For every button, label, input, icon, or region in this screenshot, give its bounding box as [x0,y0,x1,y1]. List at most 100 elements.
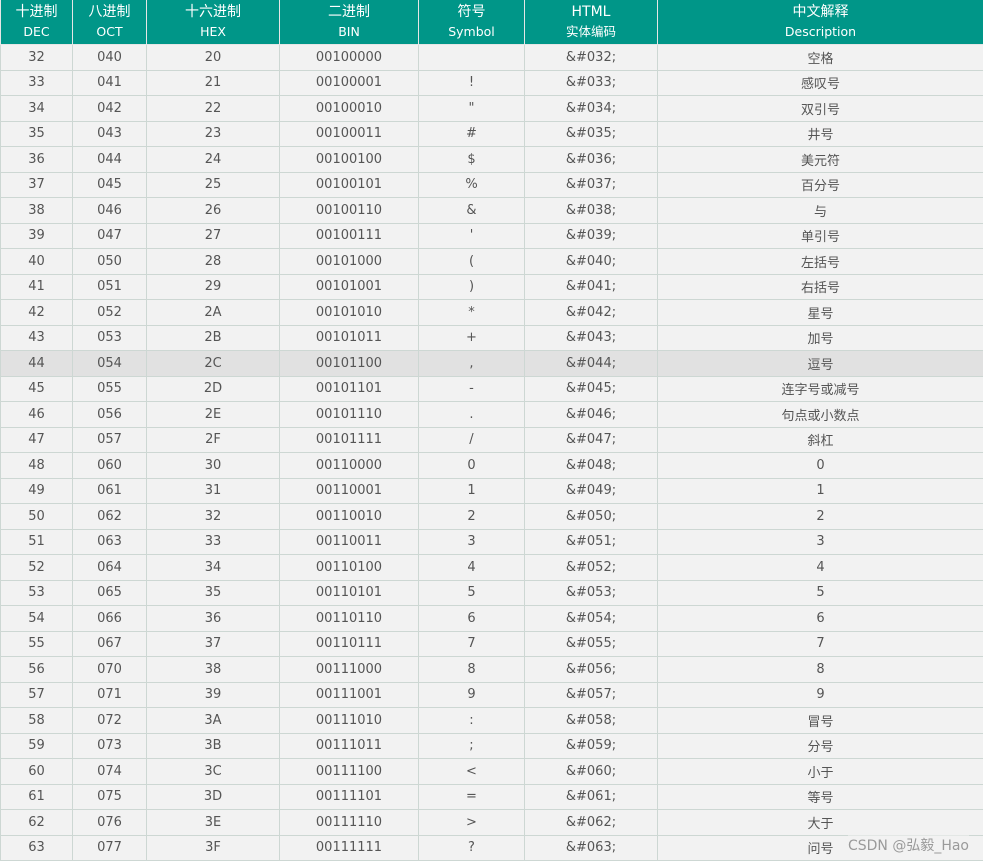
cell-description: 星号 [657,299,983,326]
cell-oct: 076 [72,809,147,836]
cell-bin: 00101000 [279,248,419,275]
cell-symbol: / [418,426,525,453]
table-row: 32 040 20 00100000 &#032; 空格 [0,44,983,71]
cell-html-entity: &#040; [524,248,658,275]
cell-description: 6 [657,605,983,632]
cell-description: 斜杠 [657,426,983,453]
cell-bin: 00100000 [279,44,419,71]
watermark: CSDN @弘毅_Hao [847,835,969,855]
cell-dec: 32 [0,44,73,71]
cell-bin: 00110100 [279,554,419,581]
cell-dec: 58 [0,707,73,734]
cell-hex: 3D [146,783,280,810]
cell-bin: 00110000 [279,452,419,479]
cell-dec: 45 [0,375,73,402]
header-description: 中文解释 Description [657,0,983,45]
table-row: 34 042 22 00100010 " &#034; 双引号 [0,95,983,122]
cell-bin: 00100010 [279,95,419,122]
table-row: 36 044 24 00100100 $ &#036; 美元符 [0,146,983,173]
cell-oct: 053 [72,324,147,351]
cell-dec: 38 [0,197,73,224]
cell-oct: 055 [72,375,147,402]
cell-description: 右括号 [657,273,983,300]
cell-oct: 061 [72,477,147,504]
cell-symbol: ; [418,732,525,759]
cell-symbol: 6 [418,605,525,632]
cell-dec: 37 [0,171,73,198]
table-row: 51 063 33 00110011 3 &#051; 3 [0,528,983,555]
cell-description: 8 [657,656,983,683]
cell-hex: 22 [146,95,280,122]
cell-oct: 042 [72,95,147,122]
header-label-en: HEX [200,24,226,39]
header-label-zh: 二进制 [328,4,370,20]
cell-hex: 32 [146,503,280,530]
cell-description: 3 [657,528,983,555]
header-label-en: Symbol [448,24,495,39]
cell-oct: 074 [72,758,147,785]
cell-oct: 044 [72,146,147,173]
cell-description: 冒号 [657,707,983,734]
cell-dec: 62 [0,809,73,836]
cell-bin: 00100111 [279,222,419,249]
cell-description: 百分号 [657,171,983,198]
cell-symbol: ( [418,248,525,275]
cell-bin: 00110001 [279,477,419,504]
cell-description: 与 [657,197,983,224]
header-label-en: BIN [338,24,360,39]
cell-oct: 046 [72,197,147,224]
cell-html-entity: &#032; [524,44,658,71]
cell-oct: 077 [72,834,147,861]
cell-symbol: > [418,809,525,836]
cell-dec: 53 [0,579,73,606]
table-row: 52 064 34 00110100 4 &#052; 4 [0,554,983,581]
cell-hex: 20 [146,44,280,71]
cell-dec: 35 [0,120,73,147]
cell-html-entity: &#047; [524,426,658,453]
cell-html-entity: &#034; [524,95,658,122]
cell-description: 分号 [657,732,983,759]
cell-dec: 47 [0,426,73,453]
cell-html-entity: &#041; [524,273,658,300]
header-oct: 八进制 OCT [72,0,147,45]
cell-hex: 24 [146,146,280,173]
cell-description: 加号 [657,324,983,351]
cell-symbol: 2 [418,503,525,530]
cell-html-entity: &#036; [524,146,658,173]
cell-html-entity: &#057; [524,681,658,708]
cell-html-entity: &#061; [524,783,658,810]
cell-hex: 2F [146,426,280,453]
cell-dec: 50 [0,503,73,530]
table-row: 62 076 3E 00111110 > &#062; 大于 [0,809,983,836]
cell-hex: 29 [146,273,280,300]
cell-hex: 37 [146,630,280,657]
cell-hex: 2A [146,299,280,326]
cell-description: 空格 [657,44,983,71]
cell-symbol: 0 [418,452,525,479]
cell-description: 美元符 [657,146,983,173]
cell-symbol: 1 [418,477,525,504]
cell-hex: 38 [146,656,280,683]
cell-hex: 31 [146,477,280,504]
cell-bin: 00100101 [279,171,419,198]
cell-oct: 057 [72,426,147,453]
cell-oct: 047 [72,222,147,249]
cell-symbol: ? [418,834,525,861]
cell-bin: 00101111 [279,426,419,453]
table-row: 49 061 31 00110001 1 &#049; 1 [0,477,983,504]
cell-dec: 48 [0,452,73,479]
cell-description: 7 [657,630,983,657]
cell-hex: 35 [146,579,280,606]
cell-dec: 43 [0,324,73,351]
table-row: 37 045 25 00100101% &#037; 百分号 [0,171,983,198]
table-row: 40 050 28 00101000(&#040; 左括号 [0,248,983,275]
cell-bin: 00101001 [279,273,419,300]
table-row: 54 066 36 00110110 6 &#054; 6 [0,605,983,632]
cell-oct: 062 [72,503,147,530]
header-label-en: OCT [96,24,123,39]
cell-dec: 41 [0,273,73,300]
cell-symbol: ) [418,273,525,300]
cell-dec: 42 [0,299,73,326]
cell-oct: 067 [72,630,147,657]
cell-oct: 052 [72,299,147,326]
